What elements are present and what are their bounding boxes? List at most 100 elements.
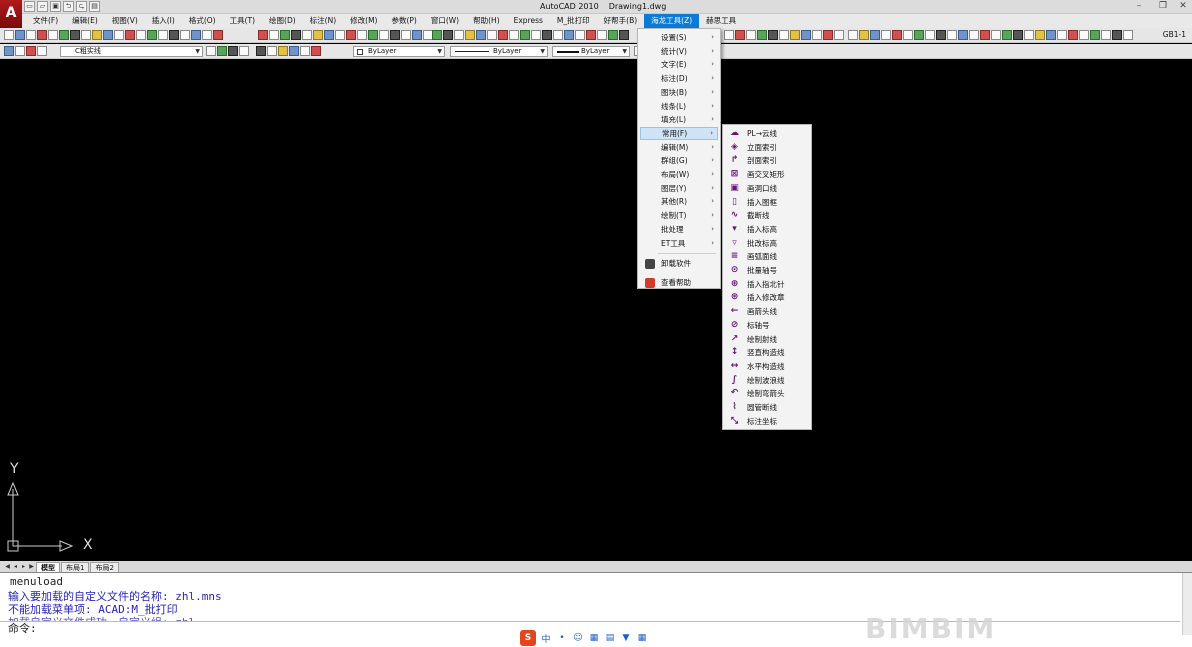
ime-tool-icon[interactable]: • [556,633,568,643]
toolbar-button-icon[interactable] [15,30,25,40]
ime-tool-icon[interactable]: ▦ [588,633,600,643]
menubar-item[interactable]: 格式(O) [182,14,223,28]
toolbar-button-icon[interactable] [509,30,519,40]
toolbar-button-icon[interactable] [368,30,378,40]
tab-layout-1[interactable]: 布局1 [61,561,90,572]
toolbar-button-icon[interactable] [980,30,990,40]
tab-layout-2[interactable]: 布局2 [90,561,119,572]
toolbar-button-icon[interactable] [735,30,745,40]
menubar-item[interactable]: 修改(M) [343,14,384,28]
toolbar-button-icon[interactable] [300,46,310,56]
toolbar-button-icon[interactable] [213,30,223,40]
submenu-item[interactable]: ↶ 绘制弯箭头 [725,387,809,400]
submenu-item[interactable]: ↗ 绘制射线 [725,333,809,346]
toolbar-button-icon[interactable] [103,30,113,40]
submenu-item[interactable]: ← 画箭头线 [725,305,809,318]
submenu-item[interactable]: ∿ 截断线 [725,209,809,222]
toolbar-button-icon[interactable] [1046,30,1056,40]
menu-item[interactable]: ET工具 › [640,237,718,250]
toolbar-button-icon[interactable] [564,30,574,40]
toolbar-button-icon[interactable] [1035,30,1045,40]
submenu-item[interactable]: ≡ 画弧面线 [725,250,809,263]
toolbar-button-icon[interactable] [746,30,756,40]
tab-model[interactable]: 模型 [36,561,60,572]
toolbar-button-icon[interactable] [892,30,902,40]
toolbar-button-icon[interactable] [619,30,629,40]
menu-item[interactable]: 图层(Y) › [640,182,718,195]
toolbar-button-icon[interactable] [487,30,497,40]
submenu-item[interactable]: ⊠ 画交叉矩形 [725,168,809,181]
menubar-item[interactable]: Express [507,14,550,28]
menu-item[interactable]: 统计(V) › [640,45,718,58]
menubar-item[interactable]: 插入(I) [145,14,182,28]
toolbar-button-icon[interactable] [848,30,858,40]
menubar-item[interactable]: 帮助(H) [466,14,507,28]
toolbar-button-icon[interactable] [256,46,266,56]
toolbar-button-icon[interactable] [958,30,968,40]
quick-access-button[interactable]: ▤ [89,1,100,12]
toolbar-button-icon[interactable] [206,46,216,56]
menubar-item[interactable]: 视图(V) [105,14,145,28]
toolbar-button-icon[interactable] [15,46,25,56]
quick-access-button[interactable]: ▣ [50,1,61,12]
toolbar-button-icon[interactable] [70,30,80,40]
toolbar-button-icon[interactable] [147,30,157,40]
menubar-item[interactable]: 标注(N) [303,14,343,28]
toolbar-button-icon[interactable] [757,30,767,40]
submenu-item[interactable]: ⊛ 插入修改章 [725,291,809,304]
command-scrollbar[interactable] [1182,573,1192,635]
toolbar-button-icon[interactable] [59,30,69,40]
toolbar-button-icon[interactable] [1101,30,1111,40]
toolbar-button-icon[interactable] [324,30,334,40]
ime-tool-icon[interactable]: ▼ [620,633,632,643]
toolbar-button-icon[interactable] [313,30,323,40]
toolbar-button-icon[interactable] [1002,30,1012,40]
toolbar-button-icon[interactable] [158,30,168,40]
toolbar-button-icon[interactable] [870,30,880,40]
submenu-item[interactable]: ▣ 画洞口线 [725,182,809,195]
toolbar-button-icon[interactable] [575,30,585,40]
toolbar-button-icon[interactable] [608,30,618,40]
toolbar-button-icon[interactable] [936,30,946,40]
toolbar-button-icon[interactable] [401,30,411,40]
tab-nav-arrow-icon[interactable]: ▶ [28,562,35,571]
toolbar-button-icon[interactable] [217,46,227,56]
submenu-item[interactable]: ⊙ 批量轴号 [725,264,809,277]
toolbar-button-icon[interactable] [302,30,312,40]
menu-item[interactable]: 标注(D) › [640,72,718,85]
menu-item[interactable]: 编辑(M) › [640,141,718,154]
toolbar-button-icon[interactable] [311,46,321,56]
toolbar-button-icon[interactable] [586,30,596,40]
toolbar-button-icon[interactable] [1013,30,1023,40]
toolbar-button-icon[interactable] [202,30,212,40]
toolbar-button-icon[interactable] [1068,30,1078,40]
sogou-logo-icon[interactable]: S [520,630,536,646]
quick-access-button[interactable]: ▱ [37,1,48,12]
toolbar-button-icon[interactable] [4,46,14,56]
toolbar-button-icon[interactable] [37,30,47,40]
ime-tool-icon[interactable]: ▤ [604,633,616,643]
quick-access-button[interactable]: ▭ [24,1,35,12]
toolbar-button-icon[interactable] [969,30,979,40]
toolbar-button-icon[interactable] [180,30,190,40]
toolbar-button-icon[interactable] [553,30,563,40]
menubar-item[interactable]: 工具(T) [223,14,262,28]
toolbar-button-icon[interactable] [228,46,238,56]
toolbar-button-icon[interactable] [779,30,789,40]
toolbar-button-icon[interactable] [454,30,464,40]
toolbar-button-icon[interactable] [114,30,124,40]
menubar-item[interactable]: 赫思工具 [699,14,743,28]
menu-item[interactable]: 布局(W) › [640,168,718,181]
submenu-item[interactable]: ☁ PL→云线 [725,127,809,140]
toolbar-button-icon[interactable] [48,30,58,40]
toolbar-button-icon[interactable] [925,30,935,40]
autocad-logo-icon[interactable]: A [0,0,22,28]
toolbar-button-icon[interactable] [26,30,36,40]
menu-item[interactable]: 文字(E) › [640,58,718,71]
menubar-item[interactable]: 编辑(E) [65,14,105,28]
toolbar-button-icon[interactable] [390,30,400,40]
submenu-item[interactable]: ▿ 批改标高 [725,237,809,250]
toolbar-button-icon[interactable] [947,30,957,40]
toolbar-button-icon[interactable] [881,30,891,40]
toolbar-button-icon[interactable] [1057,30,1067,40]
